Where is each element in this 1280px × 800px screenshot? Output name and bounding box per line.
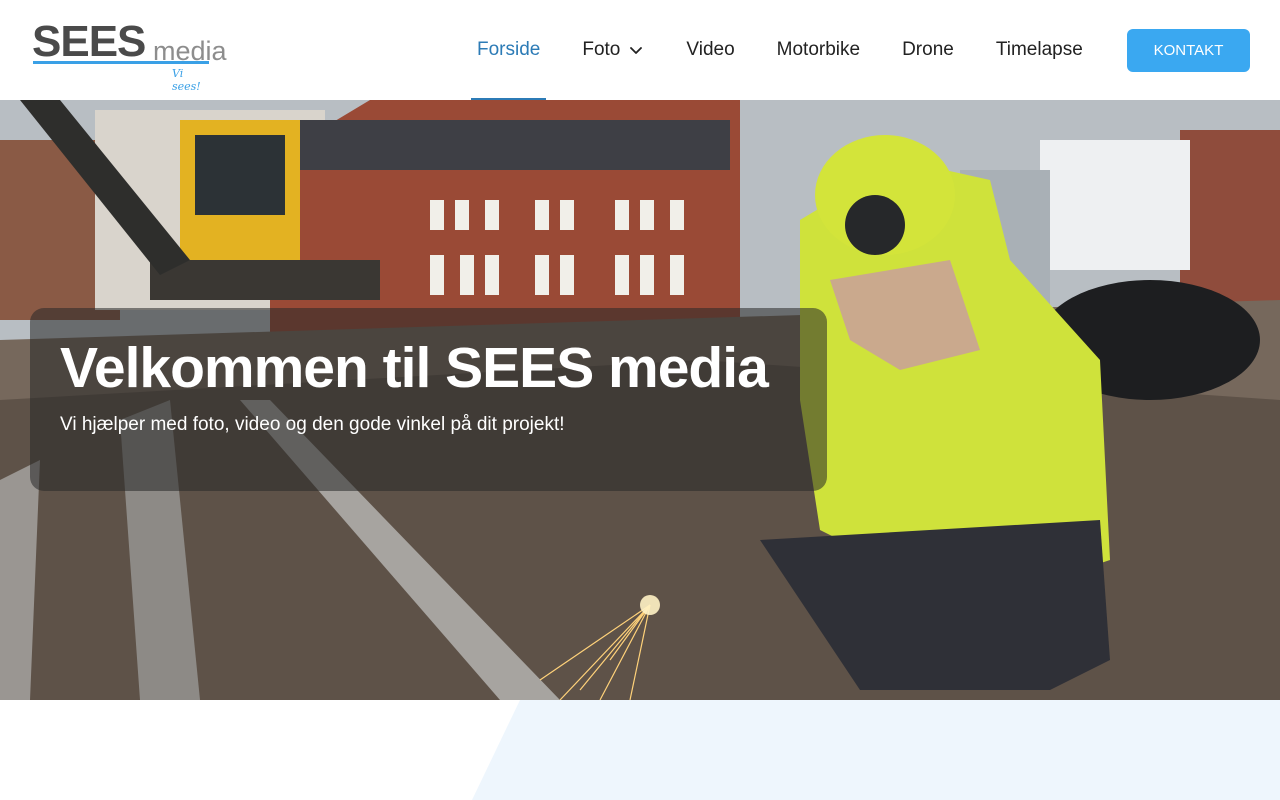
nav-item-forside[interactable]: Forside [456, 0, 561, 100]
kontakt-button[interactable]: KONTAKT [1127, 29, 1250, 72]
logo-tagline: Vi sees! [172, 67, 201, 93]
nav-label: Timelapse [995, 39, 1083, 60]
content-section [0, 700, 1280, 800]
nav-label: Foto [582, 39, 621, 60]
hero-section: Velkommen til SEES media Vi hjælper med … [0, 100, 1280, 700]
nav-label: Forside [477, 39, 541, 60]
hero-title: Velkommen til SEES media [60, 336, 769, 400]
hero-subtitle: Vi hjælper med foto, video og den gode v… [60, 414, 565, 435]
nav-item-motorbike[interactable]: Motorbike [756, 0, 881, 100]
logo-underline [33, 61, 209, 64]
hero-text-panel: Velkommen til SEES media Vi hjælper med … [30, 308, 827, 491]
nav-label: Video [686, 39, 735, 60]
nav-item-foto[interactable]: Foto [561, 0, 665, 100]
nav-label: Motorbike [776, 39, 861, 60]
decorative-shape [472, 700, 1280, 800]
site-logo[interactable]: SEES media Vi sees! [32, 17, 227, 94]
nav-item-video[interactable]: Video [665, 0, 755, 100]
logo-main-text: SEES [32, 17, 146, 66]
nav-item-drone[interactable]: Drone [881, 0, 975, 100]
chevron-down-icon [630, 47, 643, 54]
nav-item-timelapse[interactable]: Timelapse [975, 0, 1104, 100]
nav-label: Drone [902, 39, 954, 60]
site-header: SEES media Vi sees! Forside Foto Video M… [0, 0, 1280, 100]
main-navigation: Forside Foto Video Motorbike Drone Timel… [456, 0, 1104, 100]
